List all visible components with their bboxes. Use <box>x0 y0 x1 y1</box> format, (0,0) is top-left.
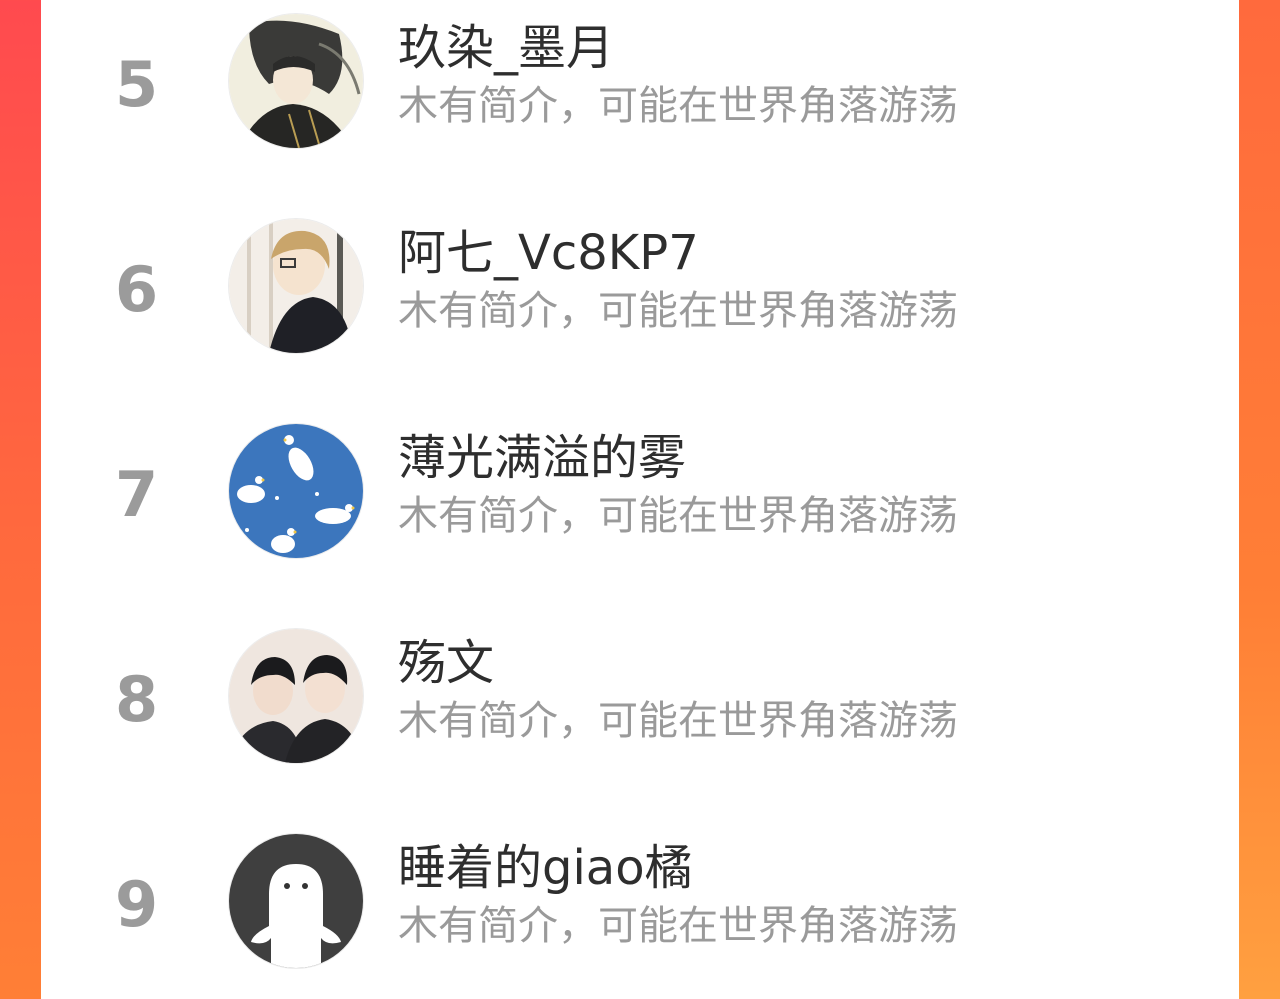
user-bio: 木有简介，可能在世界角落游荡 <box>398 493 958 539</box>
avatar-two-people-photo-icon <box>229 629 363 763</box>
user-avatar[interactable] <box>229 629 363 763</box>
avatar-default-ghost-icon <box>229 834 363 968</box>
user-avatar[interactable] <box>229 219 363 353</box>
ranking-row[interactable]: 6 阿七_Vc8KP7 木有简介，可能在世界角落游荡 <box>41 205 1239 410</box>
avatar-geese-pattern-icon <box>229 424 363 558</box>
user-bio: 木有简介，可能在世界角落游荡 <box>398 83 958 129</box>
user-bio: 木有简介，可能在世界角落游荡 <box>398 698 958 744</box>
user-avatar[interactable] <box>229 424 363 558</box>
user-name[interactable]: 殇文 <box>398 639 494 687</box>
avatar-anime-character-icon <box>229 219 363 353</box>
rank-number: 9 <box>115 868 159 941</box>
rank-number: 6 <box>115 253 159 326</box>
user-avatar[interactable] <box>229 14 363 148</box>
user-name[interactable]: 薄光满溢的雾 <box>398 434 686 482</box>
user-name[interactable]: 玖染_墨月 <box>398 24 614 72</box>
avatar-ink-painting-icon <box>229 14 363 148</box>
ranking-row[interactable]: 5 玖染_墨月 木有简介，可能在世界角落游荡 <box>41 0 1239 205</box>
user-bio: 木有简介，可能在世界角落游荡 <box>398 288 958 334</box>
ranking-row[interactable]: 9 睡着的giao橘 木有简介，可能在世界角落游荡 <box>41 820 1239 999</box>
rank-number: 5 <box>115 48 159 121</box>
user-bio: 木有简介，可能在世界角落游荡 <box>398 903 958 949</box>
ranking-row[interactable]: 8 殇文 木有简介，可能在世界角落游荡 <box>41 615 1239 820</box>
ranking-list-panel: 5 玖染_墨月 木有简介，可能在世界角落游荡 6 阿七_Vc8KP7 木有简介，… <box>41 0 1239 999</box>
background-gradient-right <box>1238 0 1280 999</box>
user-name[interactable]: 睡着的giao橘 <box>398 844 693 892</box>
user-name[interactable]: 阿七_Vc8KP7 <box>398 229 699 277</box>
rank-number: 8 <box>115 663 159 736</box>
rank-number: 7 <box>115 458 159 531</box>
ranking-row[interactable]: 7 薄光满溢的雾 木有简介，可能在世界角落游荡 <box>41 410 1239 615</box>
user-avatar[interactable] <box>229 834 363 968</box>
